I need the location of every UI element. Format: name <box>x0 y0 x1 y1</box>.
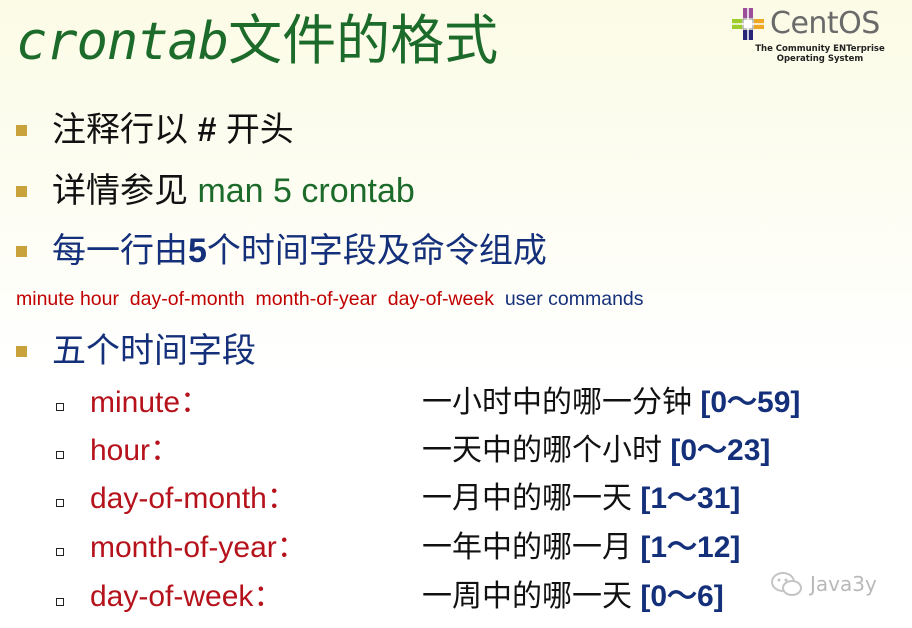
field-desc-day-of-month: 一月中的哪一天 [1～31] <box>422 481 740 517</box>
sub-bullet-marker <box>56 499 64 507</box>
field-range: [0～59] <box>700 386 801 419</box>
centos-logo: CentOS The Community ENTerprise Operatin… <box>728 6 906 70</box>
field-range: [0～6] <box>640 580 724 613</box>
field-range: [1～31] <box>640 482 741 515</box>
bullet-text: 五个时间字段 <box>52 332 256 370</box>
field-desc-text: 一月中的哪一天 <box>422 482 632 515</box>
field-desc-text: 一周中的哪一天 <box>422 580 632 613</box>
slide-title-latin: crontab <box>16 12 229 72</box>
centos-tagline-line1: The Community ENTerprise <box>755 44 885 54</box>
wechat-icon <box>771 572 802 596</box>
centos-logo-icon <box>732 8 764 40</box>
crontab-format-line: minute hour day-of-month month-of-year d… <box>16 286 644 312</box>
field-desc-day-of-week: 一周中的哪一天 [0～6] <box>422 579 724 615</box>
centos-tagline-line2: Operating System <box>776 54 864 64</box>
bullet-comment-line: 注释行以 # 开头 <box>52 108 294 152</box>
field-desc-text: 一天中的哪个小时 <box>422 434 662 467</box>
field-name-day-of-week: day-of-week： <box>90 580 284 613</box>
format-time-fields: minute hour day-of-month month-of-year d… <box>16 288 494 310</box>
format-user-commands: user commands <box>504 288 644 310</box>
field-desc-text: 一小时中的哪一分钟 <box>422 386 692 419</box>
field-desc-text: 一年中的哪一月 <box>422 531 632 564</box>
field-range: [0～23] <box>670 434 771 467</box>
bullet-man-line: 详情参见 man 5 crontab <box>52 169 415 213</box>
bullet-text: 每一行由 <box>52 232 188 270</box>
centos-logo-tagline: The Community ENTerprise Operating Syste… <box>750 44 890 64</box>
field-name-hour: hour： <box>90 434 181 467</box>
bullet-text: 个时间字段及命令组成 <box>206 232 547 270</box>
bullet-text: 开头 <box>225 111 294 149</box>
field-range: [1～12] <box>640 531 741 564</box>
field-desc-hour: 一天中的哪个小时 [0～23] <box>422 433 770 469</box>
field-desc-month-of-year: 一年中的哪一月 [1～12] <box>422 530 740 566</box>
bullet-marker <box>16 125 27 136</box>
slide-title: crontab文件的格式 <box>16 6 498 76</box>
field-desc-minute: 一小时中的哪一分钟 [0～59] <box>422 385 800 421</box>
centos-logo-word: CentOS <box>770 6 880 41</box>
bullet-text: 详情参见 <box>52 172 198 210</box>
field-name-day-of-month: day-of-month： <box>90 482 297 515</box>
sub-bullet-marker <box>56 598 64 606</box>
sub-bullet-marker <box>56 548 64 556</box>
bullet-text: 注释行以 <box>52 111 198 149</box>
field-name-month-of-year: month-of-year： <box>90 531 307 564</box>
bullet-marker <box>16 346 27 357</box>
bullet-marker <box>16 246 27 257</box>
bullet-fields-line: 每一行由5个时间字段及命令组成 <box>52 229 547 273</box>
bullet-hash: # <box>197 111 226 149</box>
watermark-text: Java3y <box>810 572 877 596</box>
slide-title-cn: 文件的格式 <box>228 11 499 71</box>
sub-bullet-marker <box>56 451 64 459</box>
bullet-five-fields-line: 五个时间字段 <box>52 329 256 373</box>
bullet-marker <box>16 186 27 197</box>
sub-bullet-marker <box>56 403 64 411</box>
bullet-number: 5 <box>188 232 207 270</box>
bullet-man-command: man 5 crontab <box>197 172 415 210</box>
field-name-minute: minute： <box>90 386 211 419</box>
